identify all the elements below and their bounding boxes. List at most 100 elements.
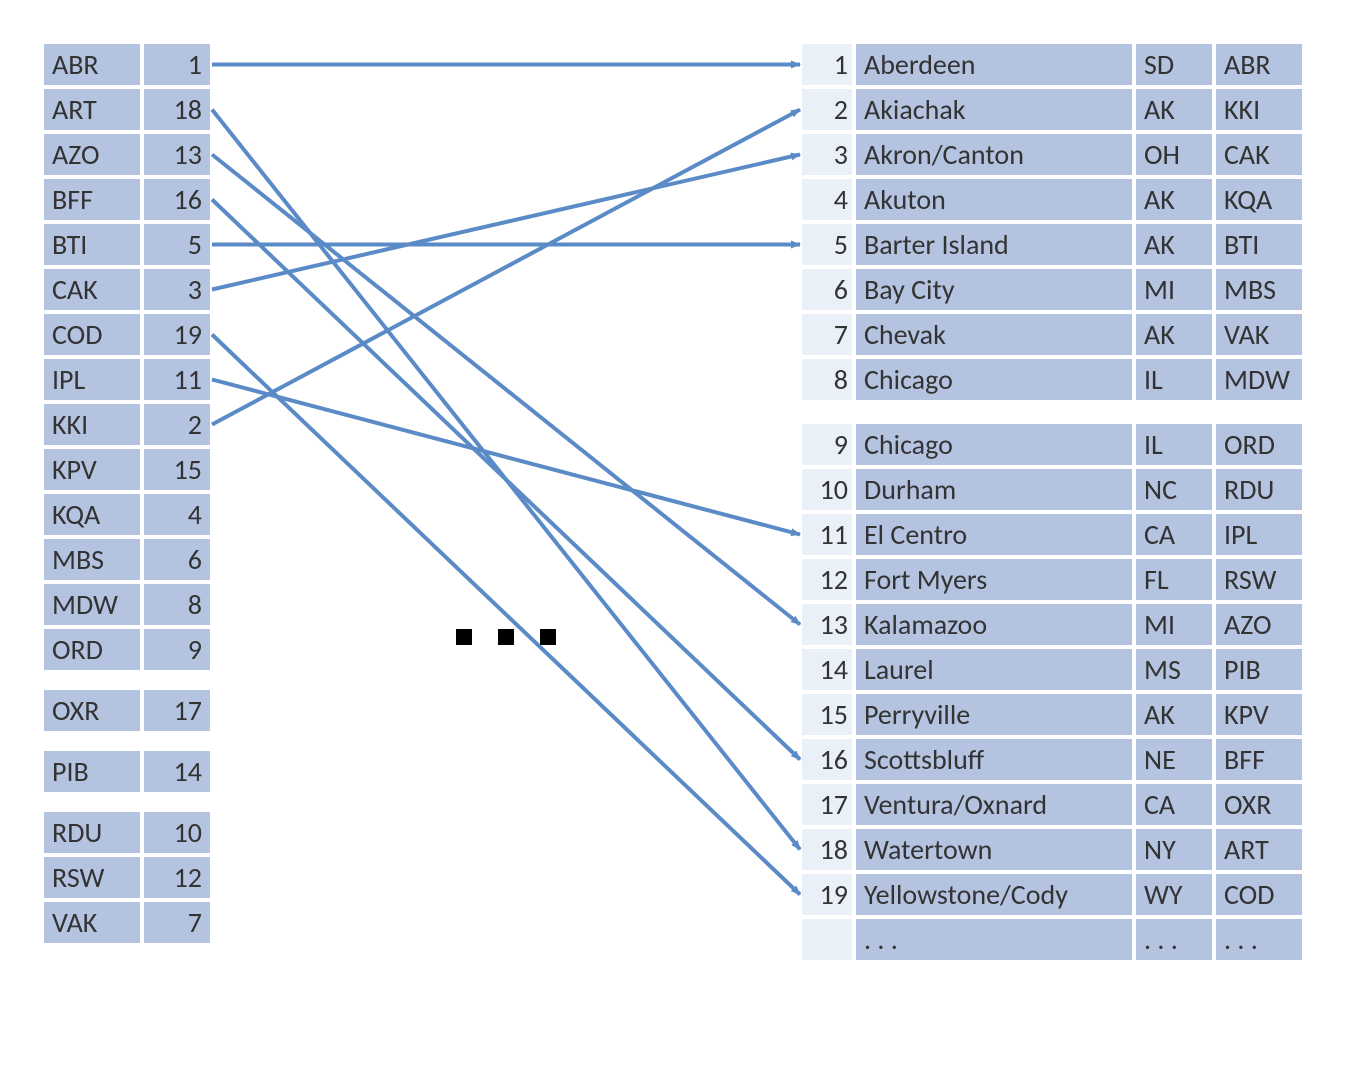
data-row: 6Bay CityMIMBS: [802, 269, 1302, 310]
row-number: 3: [802, 134, 852, 175]
data-row: 9ChicagoILORD: [802, 424, 1302, 465]
index-code: KPV: [44, 449, 140, 490]
index-pointer: 17: [144, 690, 210, 731]
row-number: 16: [802, 739, 852, 780]
city-name: Durham: [856, 469, 1132, 510]
city-name: Akiachak: [856, 89, 1132, 130]
city-name: Yellowstone/Cody: [856, 874, 1132, 915]
data-row: 12Fort MyersFLRSW: [802, 559, 1302, 600]
index-code: ABR: [44, 44, 140, 85]
city-name: Kalamazoo: [856, 604, 1132, 645]
index-row: RDU10: [44, 812, 210, 853]
state-code: AK: [1136, 694, 1212, 735]
index-code: MBS: [44, 539, 140, 580]
row-number: 8: [802, 359, 852, 400]
data-row: 16ScottsbluffNEBFF: [802, 739, 1302, 780]
index-row: KQA4: [44, 494, 210, 535]
state-code: AK: [1136, 314, 1212, 355]
index-pointer: 19: [144, 314, 210, 355]
data-row: 17Ventura/OxnardCAOXR: [802, 784, 1302, 825]
index-pointer: 12: [144, 857, 210, 898]
row-number: 7: [802, 314, 852, 355]
state-code: IL: [1136, 359, 1212, 400]
index-row: VAK7: [44, 902, 210, 943]
index-pointer: 16: [144, 179, 210, 220]
airport-code: COD: [1216, 874, 1302, 915]
city-name: Chicago: [856, 424, 1132, 465]
row-number: 13: [802, 604, 852, 645]
state-code: MI: [1136, 604, 1212, 645]
city-name: Aberdeen: [856, 44, 1132, 85]
city-name: Chicago: [856, 359, 1132, 400]
row-number: 18: [802, 829, 852, 870]
airport-code: ORD: [1216, 424, 1302, 465]
ellipsis-cell: . . .: [856, 919, 1132, 960]
data-row: 2AkiachakAKKKI: [802, 89, 1302, 130]
airport-code: MBS: [1216, 269, 1302, 310]
airport-code: KKI: [1216, 89, 1302, 130]
city-name: Bay City: [856, 269, 1132, 310]
index-code: KKI: [44, 404, 140, 445]
state-code: NC: [1136, 469, 1212, 510]
airport-code: RSW: [1216, 559, 1302, 600]
city-name: Barter Island: [856, 224, 1132, 265]
index-row: BFF16: [44, 179, 210, 220]
index-row: ART18: [44, 89, 210, 130]
airport-code: OXR: [1216, 784, 1302, 825]
index-pointer: 4: [144, 494, 210, 535]
airport-code: ART: [1216, 829, 1302, 870]
index-row: CAK3: [44, 269, 210, 310]
data-row: 14LaurelMSPIB: [802, 649, 1302, 690]
index-pointer: 15: [144, 449, 210, 490]
airport-code: RDU: [1216, 469, 1302, 510]
index-pointer: 5: [144, 224, 210, 265]
row-number: 11: [802, 514, 852, 555]
state-code: NE: [1136, 739, 1212, 780]
row-number: 10: [802, 469, 852, 510]
state-code: AK: [1136, 224, 1212, 265]
city-name: Akron/Canton: [856, 134, 1132, 175]
index-row: PIB14: [44, 751, 210, 792]
index-code: ORD: [44, 629, 140, 670]
index-code: MDW: [44, 584, 140, 625]
row-number: 2: [802, 89, 852, 130]
city-name: Chevak: [856, 314, 1132, 355]
state-code: AK: [1136, 89, 1212, 130]
airport-code: MDW: [1216, 359, 1302, 400]
index-row: ORD9: [44, 629, 210, 670]
index-pointer: 13: [144, 134, 210, 175]
airport-code: ABR: [1216, 44, 1302, 85]
airport-code: BFF: [1216, 739, 1302, 780]
row-number: 4: [802, 179, 852, 220]
row-number: 17: [802, 784, 852, 825]
row-number: 12: [802, 559, 852, 600]
index-pointer: 11: [144, 359, 210, 400]
index-row: COD19: [44, 314, 210, 355]
index-code: IPL: [44, 359, 140, 400]
row-number: 15: [802, 694, 852, 735]
index-code: CAK: [44, 269, 140, 310]
index-pointer: 6: [144, 539, 210, 580]
data-row: 15PerryvilleAKKPV: [802, 694, 1302, 735]
index-row: MBS6: [44, 539, 210, 580]
index-code: COD: [44, 314, 140, 355]
index-code: PIB: [44, 751, 140, 792]
ellipsis-cell: . . .: [1136, 919, 1212, 960]
index-code: ART: [44, 89, 140, 130]
index-row: OXR17: [44, 690, 210, 731]
city-name: Ventura/Oxnard: [856, 784, 1132, 825]
row-number: 19: [802, 874, 852, 915]
airport-code: BTI: [1216, 224, 1302, 265]
index-code: RSW: [44, 857, 140, 898]
state-code: WY: [1136, 874, 1212, 915]
index-row: RSW12: [44, 857, 210, 898]
index-pointer: 9: [144, 629, 210, 670]
index-code: BFF: [44, 179, 140, 220]
index-row: BTI5: [44, 224, 210, 265]
index-row: ABR1: [44, 44, 210, 85]
index-code: VAK: [44, 902, 140, 943]
city-name: Watertown: [856, 829, 1132, 870]
row-number: 1: [802, 44, 852, 85]
state-code: IL: [1136, 424, 1212, 465]
index-pointer: 3: [144, 269, 210, 310]
